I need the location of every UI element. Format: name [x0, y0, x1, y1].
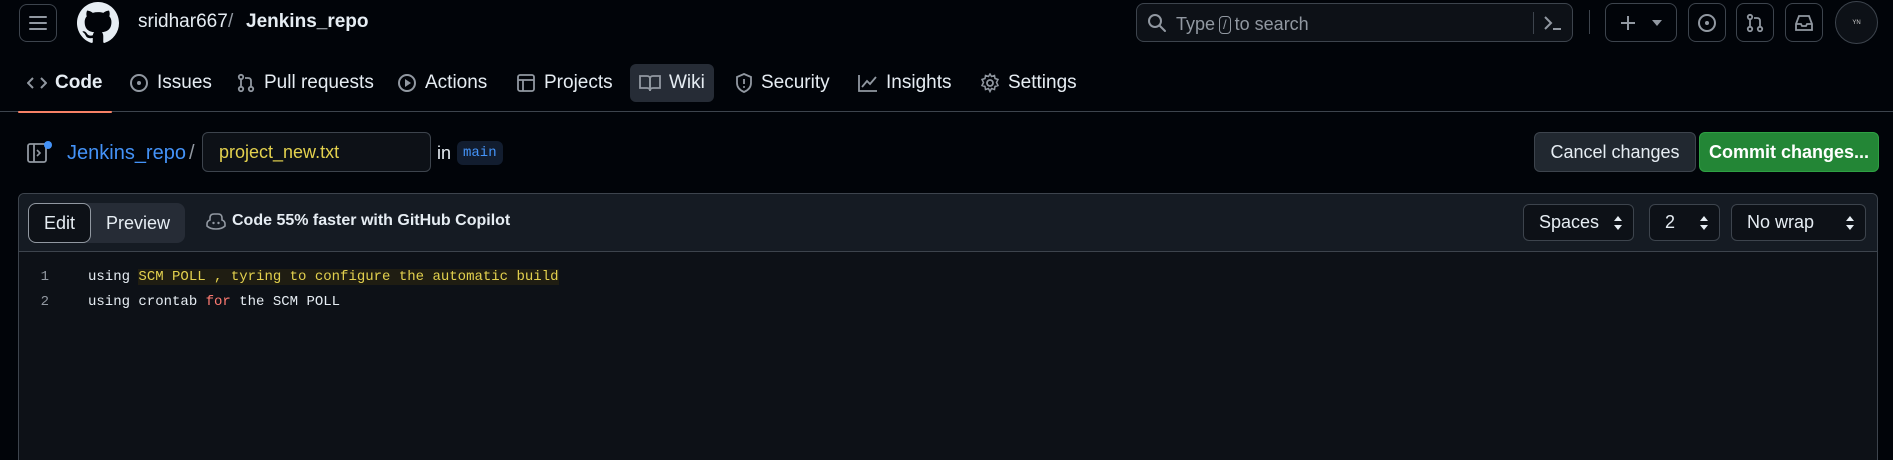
- github-logo-icon[interactable]: [77, 2, 119, 44]
- inbox-icon: [1795, 14, 1813, 31]
- tab-pull-requests[interactable]: Pull requests: [227, 64, 383, 102]
- select-arrows-icon: [1846, 216, 1854, 230]
- edit-preview-toggle: Edit Preview: [28, 203, 186, 243]
- header-divider: [1589, 10, 1590, 34]
- search-input[interactable]: Type / to search: [1136, 3, 1573, 42]
- code-line: 1 using SCM POLL , tyring to configure t…: [19, 264, 1877, 289]
- copilot-promo[interactable]: Code 55% faster with GitHub Copilot: [206, 212, 510, 230]
- pull-request-icon: [1746, 13, 1764, 32]
- select-arrows-icon: [1700, 216, 1708, 230]
- indent-size-select[interactable]: 2: [1649, 204, 1720, 241]
- tab-actions[interactable]: Actions: [388, 64, 496, 102]
- repo-nav: Code Issues Pull requests Actions Projec…: [0, 60, 1893, 113]
- search-icon: [1148, 14, 1166, 32]
- branch-in-label: in: [437, 143, 452, 163]
- pull-request-icon: [237, 73, 255, 93]
- inbox-button[interactable]: [1785, 3, 1823, 42]
- code-editor: Edit Preview Code 55% faster with GitHub…: [18, 193, 1878, 460]
- avatar[interactable]: YN: [1835, 1, 1878, 44]
- shield-icon: [736, 73, 752, 93]
- owner-link[interactable]: sridhar667: [138, 11, 228, 33]
- editor-toolbar: Edit Preview Code 55% faster with GitHub…: [19, 194, 1877, 252]
- create-new-button[interactable]: [1605, 3, 1677, 42]
- tab-issues[interactable]: Issues: [120, 64, 221, 102]
- tab-code[interactable]: Code: [18, 64, 112, 113]
- tab-insights[interactable]: Insights: [849, 64, 960, 102]
- line-text: using crontab for the SCM POLL: [88, 293, 341, 310]
- header-separator: /: [228, 11, 234, 32]
- breadcrumb-separator: /: [189, 142, 195, 164]
- line-number: 1: [40, 268, 49, 285]
- cancel-changes-button[interactable]: Cancel changes: [1534, 132, 1696, 172]
- search-divider: [1533, 12, 1534, 34]
- gear-icon: [980, 73, 1000, 93]
- command-palette-icon[interactable]: [1542, 13, 1564, 33]
- line-number: 2: [40, 293, 49, 310]
- book-icon: [639, 75, 661, 92]
- tab-settings[interactable]: Settings: [971, 64, 1086, 102]
- indent-mode-select[interactable]: Spaces: [1523, 204, 1634, 241]
- issue-icon: [130, 74, 148, 92]
- search-placeholder: Type / to search: [1176, 14, 1309, 34]
- code-area[interactable]: 1 using SCM POLL , tyring to configure t…: [19, 264, 1877, 314]
- line-text: using SCM POLL , tyring to configure the…: [88, 268, 559, 285]
- play-icon: [398, 74, 416, 92]
- issues-button[interactable]: [1688, 3, 1726, 42]
- breadcrumb-repo-link[interactable]: Jenkins_repo: [67, 142, 186, 165]
- code-icon: [27, 77, 47, 89]
- hamburger-icon: [29, 16, 47, 30]
- issue-icon: [1698, 13, 1716, 32]
- copilot-icon: [206, 213, 226, 230]
- tab-projects[interactable]: Projects: [507, 64, 622, 102]
- graph-icon: [858, 75, 877, 92]
- pull-requests-button[interactable]: [1736, 3, 1774, 42]
- commit-changes-button[interactable]: Commit changes...: [1699, 132, 1879, 172]
- select-arrows-icon: [1614, 216, 1622, 230]
- repo-link[interactable]: Jenkins_repo: [246, 11, 369, 33]
- global-header: sridhar667 / Jenkins_repo Type / to sear…: [0, 0, 1893, 46]
- chevron-down-icon: [1652, 19, 1662, 26]
- wrap-mode-select[interactable]: No wrap: [1731, 204, 1866, 241]
- file-edit-header: Jenkins_repo / project_new.txt in main C…: [0, 128, 1893, 178]
- table-icon: [517, 74, 535, 92]
- tab-security[interactable]: Security: [726, 64, 839, 102]
- code-line: 2 using crontab for the SCM POLL: [19, 289, 1877, 314]
- filename-input[interactable]: project_new.txt: [202, 132, 431, 172]
- file-tree-toggle-icon[interactable]: [27, 140, 53, 164]
- search-shortcut-key: /: [1219, 15, 1231, 34]
- preview-tab[interactable]: Preview: [91, 203, 185, 243]
- tab-wiki[interactable]: Wiki: [630, 64, 714, 102]
- branch-badge: main: [457, 141, 503, 165]
- edit-tab[interactable]: Edit: [28, 203, 92, 243]
- menu-button[interactable]: [19, 4, 57, 42]
- plus-icon: [1621, 15, 1635, 30]
